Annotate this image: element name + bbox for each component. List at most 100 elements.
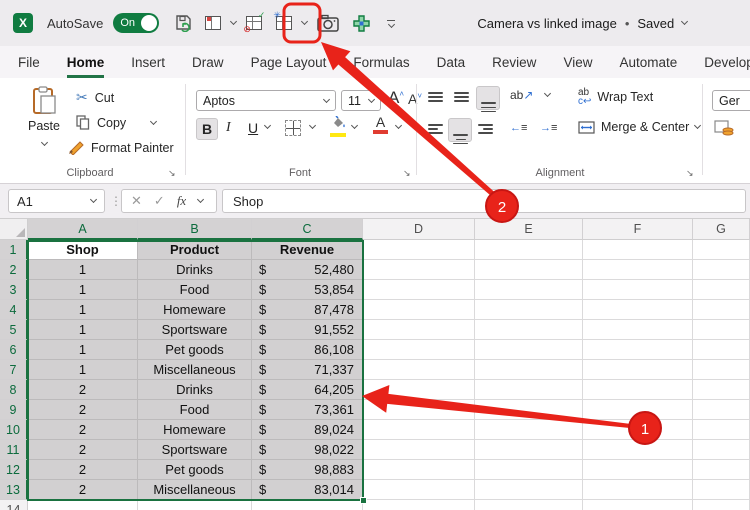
row-header-12[interactable]: 12 <box>0 460 28 480</box>
cell-A14[interactable] <box>28 500 138 510</box>
cell-C1[interactable]: Revenue <box>252 240 363 260</box>
cell-D7[interactable] <box>363 360 475 380</box>
cell-A6[interactable]: 1 <box>28 340 138 360</box>
cell-F6[interactable] <box>583 340 693 360</box>
insert-cells-icon[interactable]: ✳ <box>272 10 296 36</box>
cell-C7[interactable]: $71,337 <box>252 360 363 380</box>
row-header-10[interactable]: 10 <box>0 420 28 440</box>
cell-D13[interactable] <box>363 480 475 500</box>
orientation-dropdown-icon[interactable] <box>543 89 552 98</box>
cell-D14[interactable] <box>363 500 475 510</box>
camera-icon[interactable] <box>313 10 343 36</box>
cell-B4[interactable]: Homeware <box>138 300 252 320</box>
row-header-7[interactable]: 7 <box>0 360 28 380</box>
wrap-text-button[interactable]: ab c↩ Wrap Text <box>578 88 653 107</box>
cell-G10[interactable] <box>693 420 750 440</box>
row-header-14[interactable]: 14 <box>0 500 28 510</box>
number-format-combo[interactable]: Ger <box>712 90 750 111</box>
cell-G8[interactable] <box>693 380 750 400</box>
insert-cells-dropdown-icon[interactable] <box>301 17 309 26</box>
font-color-button[interactable]: A <box>373 115 388 134</box>
copy-dropdown-icon[interactable] <box>150 117 158 125</box>
cell-A8[interactable]: 2 <box>28 380 138 400</box>
font-dialog-launcher-icon[interactable]: ↘ <box>403 168 411 179</box>
cell-A5[interactable]: 1 <box>28 320 138 340</box>
add-plus-icon[interactable] <box>349 10 373 36</box>
cell-B2[interactable]: Drinks <box>138 260 252 280</box>
save-status[interactable]: Saved <box>637 16 674 31</box>
cell-D5[interactable] <box>363 320 475 340</box>
cell-C11[interactable]: $98,022 <box>252 440 363 460</box>
fx-dropdown-icon[interactable] <box>197 195 205 204</box>
cell-B9[interactable]: Food <box>138 400 252 420</box>
cell-E10[interactable] <box>475 420 583 440</box>
cell-F12[interactable] <box>583 460 693 480</box>
cell-F4[interactable] <box>583 300 693 320</box>
enter-icon[interactable]: ✓ <box>154 193 165 209</box>
cell-C12[interactable]: $98,883 <box>252 460 363 480</box>
tab-home[interactable]: Home <box>67 46 105 78</box>
table-style-dropdown-icon[interactable] <box>230 17 238 26</box>
cell-C14[interactable] <box>252 500 363 510</box>
tab-insert[interactable]: Insert <box>131 46 165 78</box>
clipboard-dialog-launcher-icon[interactable]: ↘ <box>168 168 176 179</box>
cell-G6[interactable] <box>693 340 750 360</box>
cell-G7[interactable] <box>693 360 750 380</box>
cell-B14[interactable] <box>138 500 252 510</box>
cell-E6[interactable] <box>475 340 583 360</box>
cell-E14[interactable] <box>475 500 583 510</box>
fill-color-button[interactable] <box>330 115 346 137</box>
cell-D8[interactable] <box>363 380 475 400</box>
cell-A1[interactable]: Shop <box>28 240 138 260</box>
cell-F11[interactable] <box>583 440 693 460</box>
tab-file[interactable]: File <box>18 46 40 78</box>
bottom-align-button[interactable] <box>476 86 500 113</box>
increase-indent-button[interactable]: →≡ <box>540 122 557 134</box>
italic-button[interactable]: I <box>226 120 231 136</box>
cell-B7[interactable]: Miscellaneous <box>138 360 252 380</box>
cell-F14[interactable] <box>583 500 693 510</box>
cell-A11[interactable]: 2 <box>28 440 138 460</box>
cell-E1[interactable] <box>475 240 583 260</box>
excel-logo-icon[interactable]: X <box>13 13 33 33</box>
column-header-B[interactable]: B <box>138 219 252 240</box>
row-header-9[interactable]: 9 <box>0 400 28 420</box>
cell-E7[interactable] <box>475 360 583 380</box>
row-header-3[interactable]: 3 <box>0 280 28 300</box>
cell-C9[interactable]: $73,361 <box>252 400 363 420</box>
tab-data[interactable]: Data <box>437 46 466 78</box>
bold-button[interactable]: B <box>196 118 218 140</box>
cell-C10[interactable]: $89,024 <box>252 420 363 440</box>
borders-button[interactable] <box>285 120 301 136</box>
cell-E9[interactable] <box>475 400 583 420</box>
alignment-dialog-launcher-icon[interactable]: ↘ <box>686 168 694 179</box>
align-left-button[interactable] <box>428 124 443 134</box>
delete-cells-icon[interactable]: ✓ ⊘ <box>242 10 266 36</box>
font-color-dropdown-icon[interactable] <box>394 121 403 130</box>
cell-F1[interactable] <box>583 240 693 260</box>
top-align-button[interactable] <box>428 92 443 102</box>
cell-A4[interactable]: 1 <box>28 300 138 320</box>
cell-A2[interactable]: 1 <box>28 260 138 280</box>
cell-A9[interactable]: 2 <box>28 400 138 420</box>
cell-G12[interactable] <box>693 460 750 480</box>
row-header-4[interactable]: 4 <box>0 300 28 320</box>
cell-F7[interactable] <box>583 360 693 380</box>
cell-E5[interactable] <box>475 320 583 340</box>
cancel-icon[interactable]: ✕ <box>131 193 142 209</box>
cell-F3[interactable] <box>583 280 693 300</box>
middle-align-button[interactable] <box>454 92 469 102</box>
tab-automate[interactable]: Automate <box>619 46 677 78</box>
underline-dropdown-icon[interactable] <box>263 121 272 130</box>
cell-D4[interactable] <box>363 300 475 320</box>
row-header-8[interactable]: 8 <box>0 380 28 400</box>
cell-G2[interactable] <box>693 260 750 280</box>
cell-D12[interactable] <box>363 460 475 480</box>
cell-G14[interactable] <box>693 500 750 510</box>
name-box[interactable]: A1 <box>8 189 105 213</box>
worksheet-grid[interactable]: A B C D E F G 1 2 3 4 5 6 7 8 9 10 11 12 13 14 Shop Product Rev… <box>0 219 750 510</box>
cell-A7[interactable]: 1 <box>28 360 138 380</box>
decrease-indent-button[interactable]: ←≡ <box>510 122 527 134</box>
tab-draw[interactable]: Draw <box>192 46 224 78</box>
tab-review[interactable]: Review <box>492 46 536 78</box>
